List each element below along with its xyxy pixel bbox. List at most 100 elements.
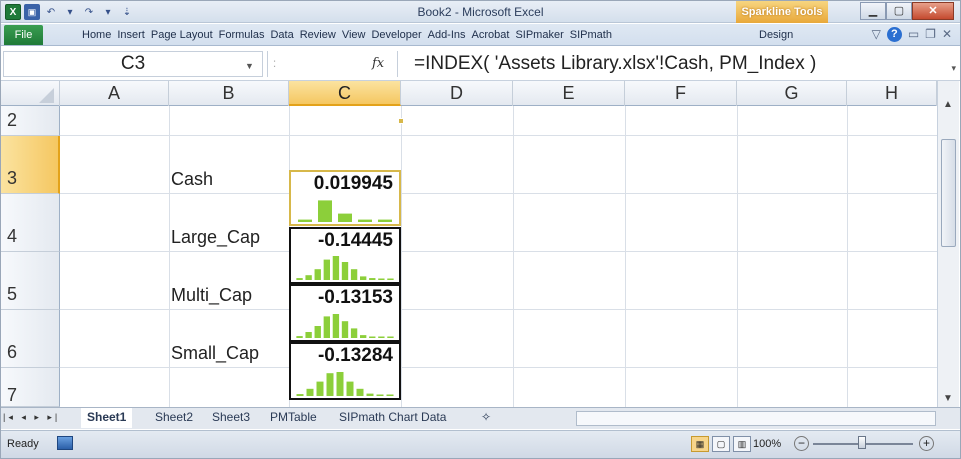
sparkline-bar — [332, 256, 340, 280]
close-workbook-icon[interactable]: ✕ — [942, 27, 952, 42]
column-header-a[interactable]: A — [60, 81, 169, 106]
tab-view[interactable]: View — [339, 29, 369, 41]
sparkline-c5 — [296, 314, 394, 338]
close-button[interactable]: ✕ — [912, 2, 954, 20]
view-buttons: ▦ ▢ ▥ — [691, 436, 751, 452]
sparkline-c3 — [298, 200, 392, 222]
column-header-d[interactable]: D — [401, 81, 513, 106]
sparkline-bar — [326, 373, 334, 396]
sparkline-bar — [386, 394, 394, 396]
sparkline-bar — [296, 394, 304, 396]
sparkline-bar — [323, 316, 330, 338]
row-header-3[interactable]: 3 — [1, 136, 60, 194]
tab-developer[interactable]: Developer — [368, 29, 424, 41]
row-header-5[interactable]: 5 — [1, 252, 60, 310]
tab-sheet3[interactable]: Sheet3 — [206, 408, 256, 428]
cell-c3[interactable]: 0.019945 — [289, 170, 401, 226]
tab-file[interactable]: File — [4, 24, 43, 45]
record-macro-icon[interactable] — [57, 436, 73, 450]
row-header-7[interactable]: 7 — [1, 368, 60, 407]
sparkline-bar — [316, 381, 324, 396]
page-break-view-icon[interactable]: ▥ — [733, 436, 751, 452]
select-all-corner[interactable] — [1, 81, 60, 106]
page-layout-view-icon[interactable]: ▢ — [712, 436, 730, 452]
sparkline-bar — [346, 381, 354, 396]
sheet-tab-bar: |◂ ◂ ▸ ▸| Sheet1 Sheet2 Sheet3 PMTable S… — [1, 407, 960, 429]
cell-c5[interactable]: -0.13153 — [289, 284, 401, 342]
tab-sipmath[interactable]: SIPmath — [567, 29, 615, 41]
cell-b4-label[interactable]: Large_Cap — [171, 227, 260, 248]
tab-add-ins[interactable]: Add-Ins — [425, 29, 469, 41]
tab-data[interactable]: Data — [267, 29, 296, 41]
column-header-e[interactable]: E — [513, 81, 625, 106]
vertical-scroll-thumb[interactable] — [941, 139, 956, 247]
expand-formula-bar-icon[interactable]: ▾ — [951, 63, 956, 74]
sparkline-bar — [350, 328, 358, 338]
formula-bar-divider[interactable]: : — [267, 51, 281, 77]
name-box[interactable]: C3 — [3, 51, 263, 77]
formula-input[interactable]: =INDEX( 'Assets Library.xlsx'!Cash, PM_I… — [397, 51, 937, 77]
formula-bar: C3 ▼ : fx =INDEX( 'Assets Library.xlsx'!… — [1, 47, 960, 81]
cell-c6[interactable]: -0.13284 — [289, 342, 401, 400]
tab-acrobat[interactable]: Acrobat — [469, 29, 513, 41]
sparkline-bar — [378, 219, 392, 222]
column-header-f[interactable]: F — [625, 81, 737, 106]
tab-sheet2[interactable]: Sheet2 — [149, 408, 199, 428]
sparkline-bar — [356, 388, 364, 396]
sparkline-bar — [360, 276, 367, 280]
maximize-button[interactable]: ▢ — [886, 2, 912, 20]
minimize-button[interactable]: ▁ — [860, 2, 886, 20]
tab-home[interactable]: Home — [79, 29, 114, 41]
tab-design[interactable]: Design — [759, 29, 793, 41]
cell-c4[interactable]: -0.14445 — [289, 227, 401, 284]
zoom-out-icon[interactable]: − — [794, 436, 809, 451]
cell-b5-label[interactable]: Multi_Cap — [171, 285, 252, 306]
sparkline-c4 — [296, 256, 394, 280]
row-header-4[interactable]: 4 — [1, 194, 60, 252]
help-icon[interactable]: ? — [886, 27, 902, 42]
column-header-h[interactable]: H — [847, 81, 937, 106]
tab-insert[interactable]: Insert — [114, 29, 148, 41]
minimize-ribbon-icon[interactable]: ▽ — [872, 27, 881, 42]
zoom-level[interactable]: 100% — [753, 438, 781, 450]
sparkline-bar — [332, 314, 340, 338]
cell-b3-label[interactable]: Cash — [171, 169, 213, 190]
ribbon-right-controls: ▽ ? ▭ ❐ ✕ — [872, 27, 952, 42]
fill-handle[interactable] — [398, 118, 404, 124]
tab-sheet1[interactable]: Sheet1 — [81, 408, 133, 428]
tab-pmtable[interactable]: PMTable — [264, 408, 323, 428]
restore-down-icon[interactable]: ❐ — [925, 27, 936, 42]
column-header-b[interactable]: B — [169, 81, 289, 106]
vertical-scrollbar[interactable]: ▲ ▼ — [937, 81, 959, 407]
normal-view-icon[interactable]: ▦ — [691, 436, 709, 452]
cell-b6-label[interactable]: Small_Cap — [171, 343, 259, 364]
row-header-6[interactable]: 6 — [1, 310, 60, 368]
sparkline-bar — [306, 388, 314, 396]
sparkline-bar — [296, 278, 303, 280]
sparkline-bar — [338, 213, 352, 222]
tab-review[interactable]: Review — [297, 29, 339, 41]
tab-sipmaker[interactable]: SIPmaker — [512, 29, 566, 41]
restore-window-icon[interactable]: ▭ — [908, 27, 919, 42]
horizontal-scrollbar[interactable] — [576, 411, 936, 426]
status-ready: Ready — [7, 438, 39, 450]
scroll-up-icon[interactable]: ▲ — [943, 99, 953, 110]
insert-sheet-icon[interactable]: ✧ — [475, 408, 497, 428]
sheet-nav-icon[interactable]: |◂ ◂ ▸ ▸| — [3, 412, 60, 423]
tab-formulas[interactable]: Formulas — [216, 29, 268, 41]
sparkline-bar — [305, 332, 312, 338]
sparkline-bar — [366, 393, 374, 396]
zoom-in-icon[interactable]: + — [919, 436, 934, 451]
scroll-down-icon[interactable]: ▼ — [943, 393, 953, 404]
tab-page-layout[interactable]: Page Layout — [148, 29, 216, 41]
column-header-g[interactable]: G — [737, 81, 847, 106]
insert-function-icon[interactable]: fx — [372, 56, 384, 71]
chevron-down-icon[interactable]: ▼ — [245, 61, 254, 71]
sparkline-bar — [323, 259, 330, 280]
column-header-c[interactable]: C — [289, 81, 401, 106]
tab-sipmath-chart-data[interactable]: SIPmath Chart Data — [333, 408, 452, 428]
status-bar: Ready ▦ ▢ ▥ 100% − + — [1, 430, 960, 458]
row-header-2[interactable]: 2 — [1, 106, 60, 136]
sparkline-bar — [350, 269, 358, 280]
zoom-slider-knob[interactable] — [858, 436, 866, 449]
